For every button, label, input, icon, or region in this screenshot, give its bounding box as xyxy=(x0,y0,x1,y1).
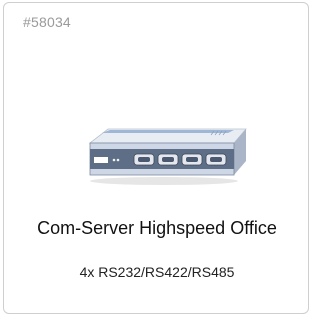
serial-port-icon xyxy=(133,153,155,166)
serial-port-icon xyxy=(157,153,179,166)
serial-port-icon xyxy=(205,153,227,166)
device-top-strip xyxy=(102,130,234,133)
led-icon xyxy=(112,158,116,162)
product-name: Com-Server Highspeed Office xyxy=(37,218,277,238)
brand-label xyxy=(94,157,108,163)
device-shadow xyxy=(90,177,238,185)
product-card[interactable]: #58034 Com-Server Highspeed Office 4x RS… xyxy=(3,2,309,314)
article-number: #58034 xyxy=(23,14,71,30)
led-icon xyxy=(116,158,120,162)
serial-port-icon xyxy=(181,153,203,166)
product-subtitle: 4x RS232/RS422/RS485 xyxy=(79,264,235,280)
serial-device-server-image xyxy=(88,128,247,185)
